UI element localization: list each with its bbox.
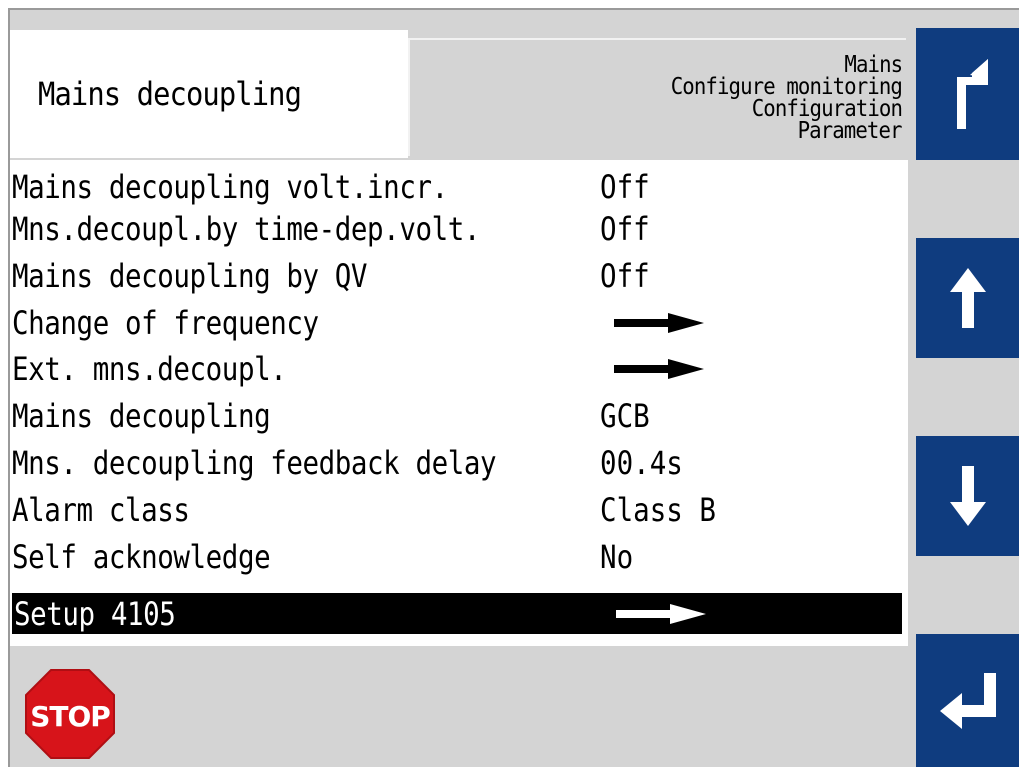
parameter-row[interactable]: Mains decoupling GCB xyxy=(10,395,908,437)
arrow-down-icon xyxy=(949,466,986,526)
parameter-value: Off xyxy=(600,257,650,295)
parameter-row[interactable]: Mns.decoupl.by time-dep.volt. Off xyxy=(10,208,908,250)
parameter-label: Mains decoupling by QV xyxy=(12,257,368,295)
parameter-value: Off xyxy=(600,168,650,206)
parameter-row[interactable]: Mains decoupling by QV Off xyxy=(10,255,908,297)
parameter-row[interactable]: Self acknowledge No xyxy=(10,536,908,578)
parameter-value: GCB xyxy=(600,397,650,435)
arrow-up-icon xyxy=(949,268,986,328)
parameter-label: Mns.decoupl.by time-dep.volt. xyxy=(12,210,481,248)
parameter-row[interactable]: Mns. decoupling feedback delay 00.4s xyxy=(10,442,908,484)
parameter-row[interactable]: Mains decoupling volt.incr. Off xyxy=(10,166,908,208)
parameter-label: Change of frequency xyxy=(12,304,319,342)
parameter-label: Setup 4105 xyxy=(14,595,176,633)
parameter-label: Mns. decoupling feedback delay xyxy=(12,444,497,482)
stop-label: STOP xyxy=(30,700,110,733)
parameter-row[interactable]: Change of frequency xyxy=(10,302,908,344)
page-title-box: Mains decoupling xyxy=(10,30,408,158)
parameter-label: Alarm class xyxy=(12,491,190,529)
enter-icon xyxy=(939,672,996,729)
breadcrumb-item: Configure monitoring xyxy=(670,74,903,100)
parameter-label: Self acknowledge xyxy=(12,538,271,576)
parameter-row[interactable]: Alarm class Class B xyxy=(10,489,908,531)
parameter-value: No xyxy=(600,538,634,576)
return-arrow-icon xyxy=(956,59,988,129)
breadcrumb-item: Configuration xyxy=(751,96,903,122)
parameter-row[interactable]: Ext. mns.decoupl. xyxy=(10,348,908,390)
scroll-down-button[interactable] xyxy=(916,436,1019,556)
submenu-arrow-icon xyxy=(614,359,704,379)
return-button[interactable] xyxy=(916,28,1019,160)
stop-icon[interactable]: STOP xyxy=(24,668,116,760)
scroll-up-button[interactable] xyxy=(916,238,1019,358)
submenu-arrow-icon xyxy=(614,313,704,333)
breadcrumb-item: Parameter xyxy=(797,118,903,144)
parameter-value: Class B xyxy=(600,491,716,529)
submenu-arrow-icon xyxy=(616,604,706,624)
parameter-row-selected[interactable]: Setup 4105 xyxy=(12,593,902,634)
breadcrumb: Mains Configure monitoring Configuration… xyxy=(408,38,906,156)
parameter-value: Off xyxy=(600,210,650,248)
breadcrumb-item: Mains xyxy=(844,52,903,78)
parameter-label: Mains decoupling xyxy=(12,397,271,435)
enter-button[interactable] xyxy=(916,634,1019,767)
parameter-label: Mains decoupling volt.incr. xyxy=(12,168,448,206)
parameter-list: Mains decoupling volt.incr. Off Mns.deco… xyxy=(10,160,908,646)
page-title: Mains decoupling xyxy=(38,75,302,113)
parameter-value: 00.4s xyxy=(600,444,683,482)
parameter-label: Ext. mns.decoupl. xyxy=(12,350,287,388)
